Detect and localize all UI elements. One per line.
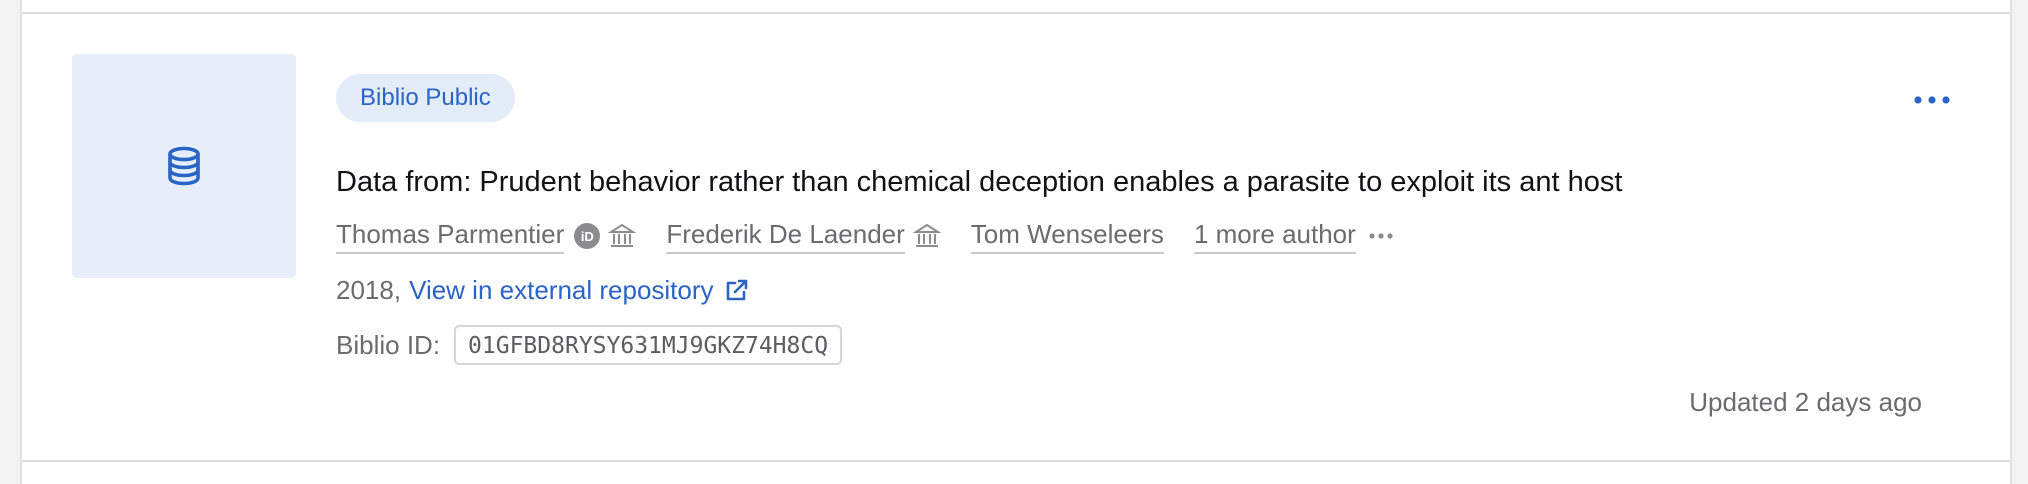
author-item: Tom Wenseleers xyxy=(970,219,1164,254)
external-link-icon[interactable] xyxy=(724,277,750,303)
author-list: Thomas Parmentier iD Frederik De Laender xyxy=(336,216,1396,256)
biblio-id-label: Biblio ID: xyxy=(336,329,441,360)
top-divider xyxy=(22,12,2010,14)
institution-icon xyxy=(608,223,637,247)
external-repository-link[interactable]: View in external repository xyxy=(409,270,713,310)
database-icon xyxy=(168,146,200,186)
biblio-id-value[interactable]: 01GFBD8RYSY631MJ9GKZ74H8CQ xyxy=(454,325,843,365)
author-item: Frederik De Laender xyxy=(666,219,941,254)
author-name-link[interactable]: Thomas Parmentier xyxy=(336,219,565,254)
ellipsis-icon xyxy=(1914,96,1950,104)
result-card-frame: Biblio Public Data from: Prudent behavio… xyxy=(20,0,2012,484)
publication-meta: 2018, View in external repository xyxy=(336,270,750,310)
bottom-divider xyxy=(22,460,2010,462)
ellipsis-icon xyxy=(1369,233,1393,239)
author-name-link[interactable]: Frederik De Laender xyxy=(666,219,905,254)
more-actions-button[interactable] xyxy=(1910,86,1954,114)
orcid-icon[interactable]: iD xyxy=(574,223,601,249)
more-authors-toggle[interactable]: 1 more author xyxy=(1193,219,1356,254)
biblio-id-row: Biblio ID: 01GFBD8RYSY631MJ9GKZ74H8CQ xyxy=(336,324,843,366)
author-item: Thomas Parmentier iD xyxy=(336,219,637,254)
dataset-thumbnail[interactable] xyxy=(72,54,296,278)
more-authors-label[interactable]: 1 more author xyxy=(1193,219,1356,254)
author-name-link[interactable]: Tom Wenseleers xyxy=(970,219,1164,254)
updated-timestamp: Updated 2 days ago xyxy=(1689,387,1922,417)
visibility-badge: Biblio Public xyxy=(336,74,515,122)
institution-icon xyxy=(912,223,941,247)
publication-year: 2018, xyxy=(336,275,402,305)
dataset-title[interactable]: Data from: Prudent behavior rather than … xyxy=(336,162,1622,202)
